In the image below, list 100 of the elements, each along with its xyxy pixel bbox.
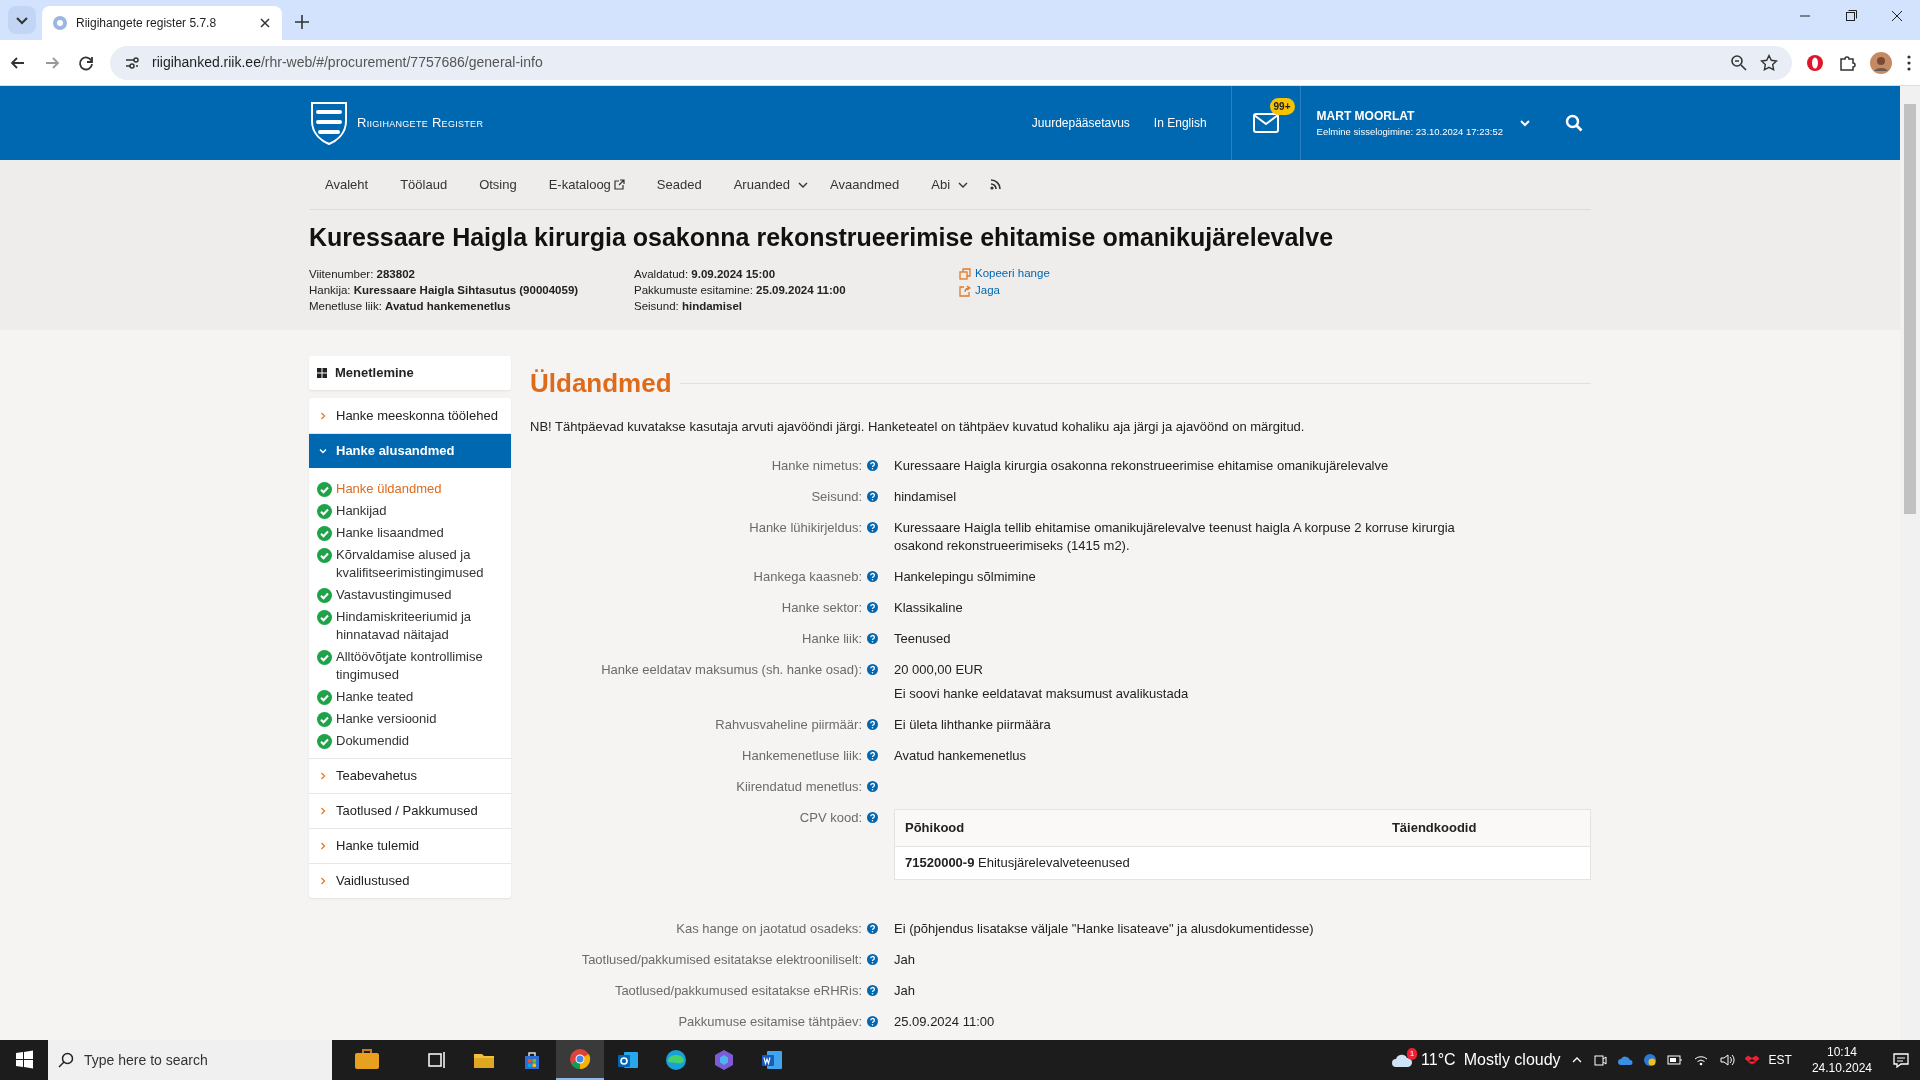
help-icon[interactable]	[867, 601, 878, 613]
nav-link[interactable]: Aruanded	[717, 174, 815, 195]
sidebar-section[interactable]: Teabevahetus	[309, 758, 511, 793]
help-icon[interactable]	[867, 1015, 878, 1027]
rss-icon	[990, 179, 1002, 190]
help-icon[interactable]	[867, 459, 878, 471]
sidebar-section[interactable]: Hanke tulemid	[309, 828, 511, 863]
sidebar-section[interactable]: Vaidlustused	[309, 863, 511, 898]
sidebar-item[interactable]: Hankijad	[309, 500, 511, 522]
copy-icon	[959, 267, 971, 280]
sidebar-section[interactable]: Taotlused / Pakkumused	[309, 793, 511, 828]
puzzle-icon[interactable]	[1838, 53, 1856, 72]
meta-text: Pakkumuste esitamine: 25.09.2024 11:00	[634, 283, 847, 298]
close-icon[interactable]	[258, 16, 272, 30]
new-tab-icon[interactable]	[292, 12, 312, 32]
speaker-icon[interactable]	[1718, 1053, 1735, 1067]
table-cell: 71520000-9 Ehitusjärelevalveteenused	[894, 846, 1382, 880]
cloud-icon[interactable]	[1616, 1054, 1633, 1066]
tab-list-icon[interactable]	[8, 6, 36, 34]
note-text: NB! Tähtpäevad kuvatakse kasutaja arvuti ajavööndi järgi. Hanketeatel on tähtpäev kuvatud kohaliku aja järgi ja ajavöönd on märgitud.	[530, 418, 1306, 437]
help-icon[interactable]	[867, 922, 878, 934]
site-settings-icon[interactable]	[124, 54, 140, 71]
sidebar-item[interactable]: Hanke teated	[309, 686, 511, 708]
field-label: CPV kood:	[799, 808, 862, 827]
notification-icon[interactable]	[1892, 1051, 1910, 1069]
help-icon[interactable]	[867, 749, 878, 761]
address-bar[interactable]: riigihanked.riik.ee/rhr-web/#/procurement/7757686/general-info	[110, 45, 1792, 80]
field-label: Kas hange on jaotatud osadeks:	[676, 919, 862, 938]
zoom-icon[interactable]	[1730, 53, 1748, 72]
taskbar-search[interactable]: Type here to search	[48, 1040, 332, 1080]
avatar-icon[interactable]	[1870, 51, 1892, 74]
help-icon[interactable]	[867, 663, 878, 675]
field-label: Hanke sektor:	[781, 598, 862, 617]
field-label: Hankemenetluse liik:	[742, 746, 862, 765]
share-link[interactable]: Jaga	[959, 282, 1050, 299]
browser-tab[interactable]: Riigihangete register 5.7.8	[42, 6, 282, 40]
meta-text: Hankija: Kuressaare Haigla Sihtasutus (90004059)	[309, 283, 580, 298]
help-icon[interactable]	[867, 953, 878, 965]
mail-icon[interactable]	[1252, 113, 1279, 133]
camera-icon[interactable]	[1592, 1053, 1607, 1067]
field-value: Ei (põhjendus lisatakse väljale "Hanke lisateave" ja alusdokumentidesse)	[894, 919, 1315, 938]
nav-link[interactable]: E-kataloog	[532, 174, 641, 195]
logo-text[interactable]: Riigihangete Register	[357, 113, 484, 133]
sidebar-item[interactable]: Hanke üldandmed	[309, 478, 511, 500]
section-heading: Üldandmed	[530, 368, 672, 400]
o-logo-icon[interactable]	[1806, 53, 1824, 72]
field-value: Jah	[894, 950, 916, 969]
help-icon[interactable]	[867, 570, 878, 582]
nav-link[interactable]: Avaleht	[309, 174, 385, 195]
sidebar-item[interactable]: Vastavustingimused	[309, 584, 511, 606]
page-icon	[52, 15, 68, 31]
nav-link[interactable]: Avaandmed	[814, 174, 916, 195]
nav-link[interactable]: Abi	[915, 174, 975, 195]
user-menu[interactable]: MART MOORLAT Eelmine sisselogimine: 23.10.2024 17:23:52	[1316, 106, 1531, 140]
meta-text: Menetluse liik: Avatud hankemenetlus	[309, 299, 512, 314]
coat-of-arms-icon	[309, 100, 349, 146]
help-icon[interactable]	[867, 780, 878, 792]
url-text: riigihanked.riik.ee/rhr-web/#/procurement/7757686/general-info	[152, 53, 543, 72]
field-value: Ei ületa lihthanke piirmäära	[894, 715, 1052, 734]
help-icon[interactable]	[867, 490, 878, 502]
header-link[interactable]: In English	[1153, 114, 1207, 132]
sidebar-item[interactable]: Hanke versioonid	[309, 708, 511, 730]
sidebar-item[interactable]: Kõrvaldamise alused ja kvalifitseerimistingimused	[309, 544, 511, 584]
nav-link[interactable]: Töölaud	[384, 174, 464, 195]
chevron-right-icon	[319, 807, 327, 815]
star-icon[interactable]	[1760, 53, 1778, 72]
weather-widget[interactable]: 1 11°C Mostly cloudy	[1391, 1048, 1561, 1072]
help-icon[interactable]	[867, 632, 878, 644]
help-icon[interactable]	[867, 984, 878, 996]
taskbar-app[interactable]	[556, 1040, 604, 1080]
field-label: Seisund:	[811, 487, 862, 506]
nav-link[interactable]: Otsing	[463, 174, 533, 195]
search-icon[interactable]	[1565, 114, 1583, 132]
more-icon[interactable]	[1906, 53, 1912, 72]
field-value: Klassikaline	[894, 598, 964, 617]
wifi-icon[interactable]	[1692, 1053, 1709, 1067]
header-link[interactable]: Juurdepääsetavus	[1031, 114, 1130, 132]
field-label: Hankega kaasneb:	[753, 567, 862, 586]
clock[interactable]: 10:14 24.10.2024	[1811, 1044, 1872, 1076]
help-icon[interactable]	[867, 811, 878, 823]
help-icon[interactable]	[867, 521, 878, 533]
sidebar-section[interactable]: Hanke meeskonna töölehed	[309, 398, 511, 433]
battery-icon[interactable]	[1666, 1054, 1683, 1066]
sidebar-item[interactable]: Hindamiskriteeriumid ja hinnatavad näitajad	[309, 606, 511, 646]
field-value: Kuressaare Haigla tellib ehitamise omanikujärelevalve teenust haigla A korpuse 2 korruse kirurgia osakond rekonstrueerimiseks (1415 m2).	[894, 518, 1456, 555]
scrollbar[interactable]	[1900, 86, 1920, 1040]
field-label: Hanke eeldatav maksumus (sh. hanke osad):	[601, 660, 862, 679]
copy-link[interactable]: Kopeeri hange	[959, 265, 1050, 282]
nav-link[interactable]: Seaded	[640, 174, 718, 195]
sidebar-item[interactable]: Dokumendid	[309, 730, 511, 752]
help-icon[interactable]	[867, 718, 878, 730]
field-value: Teenused	[894, 629, 952, 648]
language-indicator[interactable]: EST	[1768, 1051, 1792, 1069]
chevron-down-icon	[1519, 117, 1531, 129]
chevron-right-icon	[319, 411, 327, 420]
sidebar-item[interactable]: Hanke lisaandmed	[309, 522, 511, 544]
sidebar-section[interactable]: Hanke alusandmed	[309, 433, 511, 468]
sidebar-item[interactable]: Alltöövõtjate kontrollimise tingimused	[309, 646, 511, 686]
field-label: Taotlused/pakkumised esitatakse elektrooniliselt:	[581, 950, 862, 969]
field-value: hindamisel	[894, 487, 958, 506]
